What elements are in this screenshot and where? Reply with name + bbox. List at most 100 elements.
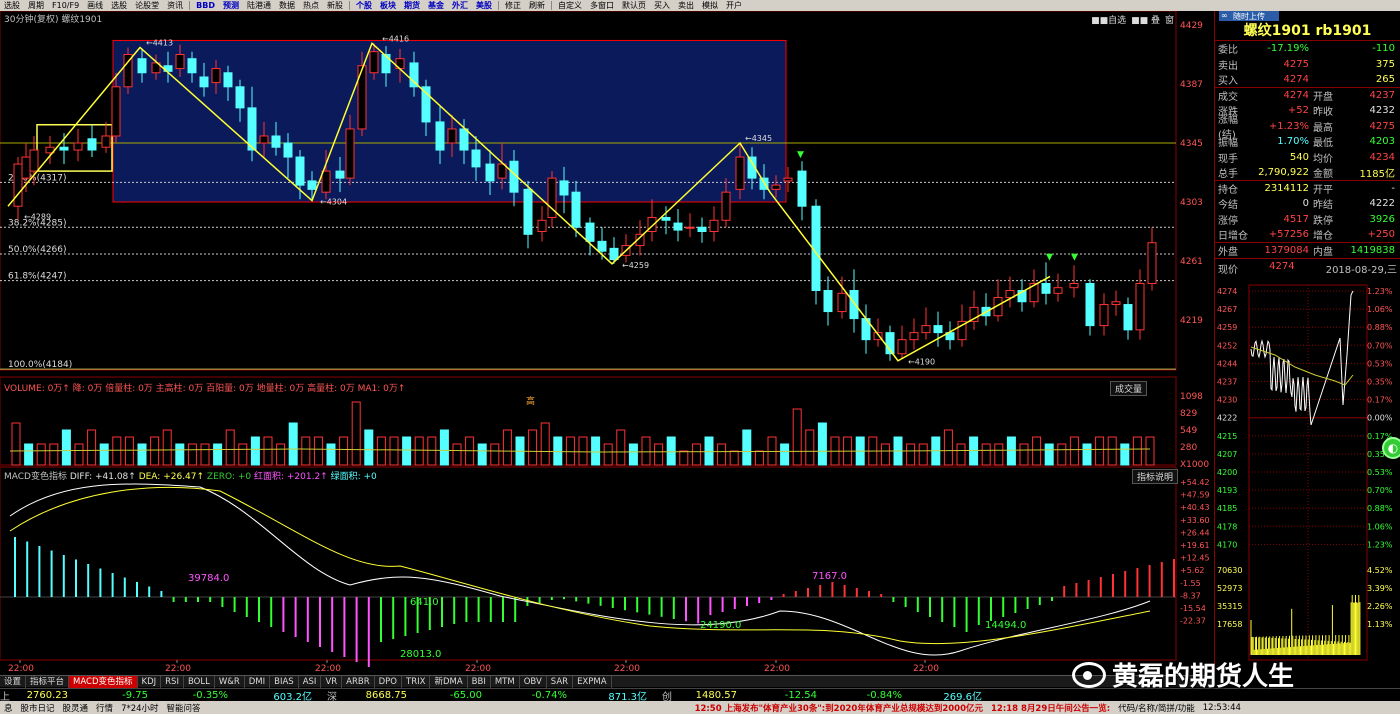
candle-body [1041, 282, 1051, 294]
menu-item[interactable]: 美股 [472, 0, 496, 11]
menu-item[interactable]: 论股堂 [131, 0, 163, 11]
indicator-tab[interactable]: ASI [299, 675, 322, 688]
indicator-tab[interactable]: RSI [161, 675, 184, 688]
candle-body [459, 128, 469, 151]
menu-item[interactable]: 热点 [299, 0, 323, 11]
indicator-tab[interactable]: BOLL [184, 675, 215, 688]
menu-item[interactable]: 刷新 [525, 0, 549, 11]
volume-bar [1107, 436, 1117, 466]
menu-item[interactable]: F10/F9 [48, 1, 83, 10]
indicator-tab[interactable]: 新DMA [430, 675, 468, 688]
menu-item[interactable]: 修正 [501, 0, 525, 11]
menu-item[interactable]: 周期 [24, 0, 48, 11]
macd-axis-label: +33.60 [1180, 516, 1210, 525]
indicator-tab[interactable]: DPO [375, 675, 403, 688]
indicator-tab[interactable]: SAR [547, 675, 574, 688]
menu-item[interactable]: BBD [192, 1, 219, 10]
candle-body [537, 219, 547, 232]
menu-item[interactable]: 个股 [352, 0, 376, 11]
indicator-tab[interactable]: TRIX [402, 675, 431, 688]
intraday-price-label: 4267 [1217, 305, 1237, 314]
indicator-tab[interactable]: ARBR [342, 675, 375, 688]
menu-item[interactable]: 数据 [275, 0, 299, 11]
indicator-tab[interactable]: W&R [215, 675, 245, 688]
intraday-volpct-label: 1.13% [1367, 620, 1393, 629]
macd-legend-item: ZERO: +0 [206, 472, 254, 482]
indicator-tab[interactable]: 指标平台 [26, 675, 70, 688]
volume-bar [981, 443, 991, 466]
indicator-tab[interactable]: OBV [520, 675, 547, 688]
menu-item[interactable]: 自定义 [554, 0, 586, 11]
candle-body [783, 177, 793, 182]
candle-body [111, 86, 121, 137]
status-item[interactable]: 7*24小时 [117, 702, 162, 714]
volume-bar [200, 443, 210, 466]
candle-body [837, 292, 847, 313]
intraday-chart[interactable]: 4274 1.23% 4267 1.06% 4259 0.88% 4252 0.70% 4244… [1215, 275, 1400, 670]
status-item[interactable]: 股灵通 [59, 702, 93, 714]
indicator-tab[interactable]: 设置 [0, 675, 27, 688]
news-ticker-2[interactable]: 12:18 8月29日午间公告一览: [987, 702, 1114, 714]
menu-item[interactable]: 基金 [424, 0, 448, 11]
intraday-price-label: 4222 [1217, 414, 1237, 423]
indicator-tab[interactable]: BBI [468, 675, 491, 688]
indicator-tab[interactable]: VR [321, 675, 343, 688]
indicator-tab[interactable]: BIAS [270, 675, 299, 688]
menu-item[interactable]: 卖出 [674, 0, 698, 11]
menu-item[interactable]: 预测 [219, 0, 243, 11]
volume-bar [238, 443, 248, 466]
indicator-tab[interactable]: EXPMA [573, 675, 612, 688]
macd-value-label: 28013.0 [400, 649, 441, 660]
volume-bar [11, 422, 21, 466]
menu-item[interactable]: 多窗口 [586, 0, 618, 11]
kline-chart-area[interactable]: 30分钟(复权) 螺纹1901 ■■自选 ■■ 叠 窗 4429 4387 4345… [0, 11, 1214, 675]
menu-item[interactable]: 开户 [722, 0, 746, 11]
volume-bar [61, 429, 71, 466]
indicator-tab[interactable]: DMI [245, 675, 271, 688]
candle-body [21, 156, 31, 179]
news-ticker-1[interactable]: 12:50 上海发布"体育产业30条":到2020年体育产业总规模达到2000亿… [691, 702, 987, 714]
indicator-tab[interactable]: MTM [491, 675, 520, 688]
indicator-tab[interactable]: KDJ [138, 675, 162, 688]
volume-bar [654, 443, 664, 466]
volume-bar [339, 436, 349, 466]
price-annotation: ←4289 [24, 213, 51, 222]
menu-item[interactable]: 模拟 [698, 0, 722, 11]
menu-item[interactable]: 期货 [400, 0, 424, 11]
candle-body [921, 325, 931, 334]
indicator-help-button[interactable]: 指标说明 [1132, 469, 1179, 484]
menu-item[interactable]: 画线 [83, 0, 107, 11]
intraday-pct-label: 0.53% [1367, 359, 1393, 368]
status-item[interactable]: 息 [0, 702, 17, 714]
volume-bar [1044, 443, 1054, 466]
indicator-tab[interactable]: MACD变色指标 [69, 675, 138, 688]
candle-body [685, 226, 695, 229]
menu-item[interactable]: 资讯 [163, 0, 187, 11]
price-annotation: ←4259 [622, 261, 649, 270]
volume-switch-button[interactable]: 成交量 [1110, 381, 1148, 396]
menu-item[interactable]: 陆港通 [243, 0, 275, 11]
search-box[interactable]: 代码/名称/简拼/功能 [1114, 702, 1199, 714]
volume-bar [591, 436, 601, 466]
status-item[interactable]: 股市日记 [17, 702, 59, 714]
menu-item[interactable]: 选股 [0, 0, 24, 11]
menu-item[interactable]: 默认页 [618, 0, 650, 11]
candle-body [295, 156, 305, 186]
macd-value-label: 7167.0 [812, 571, 847, 582]
menu-item[interactable]: 外汇 [448, 0, 472, 11]
volume-bar [313, 436, 323, 466]
volume-bar [301, 436, 311, 466]
menu-item[interactable]: 新股 [323, 0, 347, 11]
candlestick-chart[interactable]: 4429 4387 4345 4303 4261 4219 100.0%(4184) 61.8… [0, 11, 1214, 675]
upload-badge[interactable]: ∞ 随时上传 [1219, 11, 1279, 21]
menu-item[interactable]: 买入 [650, 0, 674, 11]
volume-bar [162, 429, 172, 466]
menu-item[interactable]: 选股 [107, 0, 131, 11]
refresh-circle-button[interactable]: ◐ [1382, 437, 1400, 459]
status-item[interactable]: 行情 [92, 702, 117, 714]
candle-body [335, 170, 345, 179]
candle-body [259, 135, 269, 144]
menu-item[interactable]: 板块 [376, 0, 400, 11]
status-item[interactable]: 智能问答 [163, 702, 205, 714]
intraday-price-label: 4230 [1217, 396, 1237, 405]
